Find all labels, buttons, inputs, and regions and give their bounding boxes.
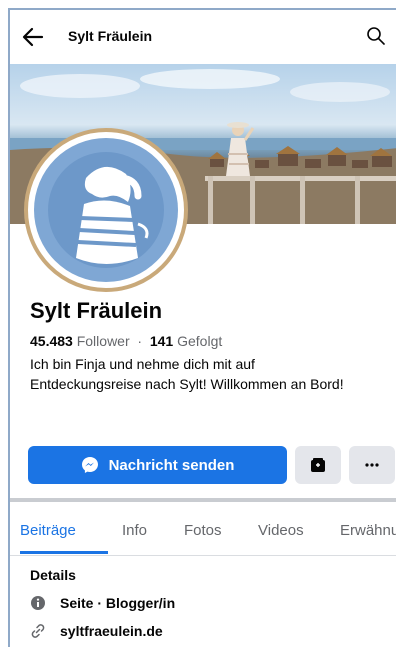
following-count[interactable]: 141 [150,333,173,349]
tab-beitraege[interactable]: Beiträge [20,522,76,539]
profile-stats: 45.483 Follower · 141 Gefolgt [30,333,222,349]
detail-category: Seite · Blogger/in [30,595,175,611]
profile-name: Sylt Fräulein [30,298,163,323]
woman-illustration-icon [48,152,164,268]
profile-bio: Ich bin Finja und nehme dich mit auf Ent… [30,356,344,392]
bookmark-icon [311,458,325,472]
profile-screen: Sylt Fräulein Sylt Fräulein 45.483 Follo… [8,8,396,647]
back-arrow-icon[interactable] [22,27,44,47]
top-bar: Sylt Fräulein [10,10,396,64]
detail-website[interactable]: syltfraeulein.de [30,623,163,639]
more-icon [365,463,379,467]
tab-videos[interactable]: Videos [258,522,304,539]
followers-count[interactable]: 45.483 [30,333,73,349]
profile-avatar[interactable] [24,128,188,292]
tab-info[interactable]: Info [122,522,147,539]
send-message-button[interactable]: Nachricht senden [28,446,287,484]
avatar-image [34,138,178,282]
following-label[interactable]: Gefolgt [177,333,222,349]
send-message-label: Nachricht senden [108,456,235,474]
search-icon[interactable] [366,26,386,46]
detail-category-text: Seite · Blogger/in [60,595,176,611]
save-button[interactable] [295,446,341,484]
page-title: Sylt Fräulein [68,28,153,44]
active-tab-indicator [20,551,108,554]
link-icon [31,624,45,638]
stats-separator: · [137,333,143,349]
messenger-icon [81,457,98,473]
followers-label[interactable]: Follower [77,333,130,349]
detail-website-link[interactable]: syltfraeulein.de [60,623,163,639]
profile-tabs: Beiträge Info Fotos Videos Erwähnu [10,502,396,556]
info-icon [31,596,45,610]
tab-erwaehnungen[interactable]: Erwähnu [340,522,396,539]
details-heading: Details [30,567,76,583]
more-options-button[interactable] [349,446,395,484]
tab-fotos[interactable]: Fotos [184,522,222,539]
